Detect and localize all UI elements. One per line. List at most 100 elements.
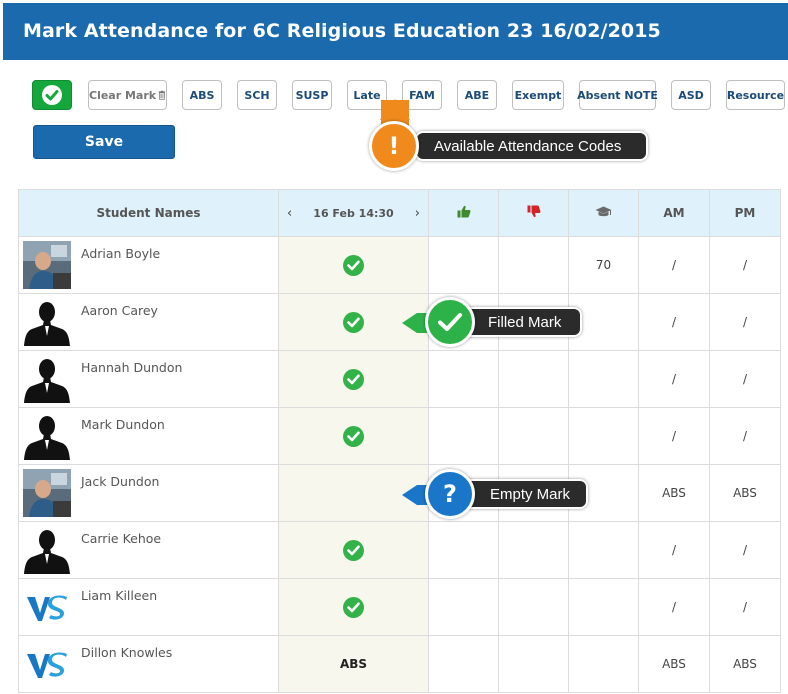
present-mark-icon bbox=[343, 425, 364, 447]
clear-mark-button[interactable]: Clear Mark bbox=[88, 80, 167, 110]
avatar-silhouette-icon bbox=[23, 412, 71, 460]
warning-icon: ! bbox=[369, 121, 419, 171]
am-cell: ABS bbox=[638, 635, 710, 693]
table-row: Adrian Boyle 70// bbox=[18, 236, 781, 294]
positive-cell[interactable] bbox=[428, 578, 499, 636]
code-button-sch[interactable]: SCH bbox=[237, 80, 277, 110]
thumbs-up-icon bbox=[457, 205, 470, 218]
grade-cell: 70 bbox=[568, 236, 639, 294]
code-button-susp[interactable]: SUSP bbox=[292, 80, 332, 110]
check-circle-icon bbox=[425, 297, 475, 347]
grade-cell bbox=[568, 578, 639, 636]
column-header-am: AM bbox=[638, 189, 710, 237]
question-icon: ? bbox=[425, 469, 475, 519]
attendance-mark-cell[interactable] bbox=[278, 350, 429, 408]
grade-cell bbox=[568, 521, 639, 579]
table-row: Carrie Kehoe / / bbox=[18, 521, 781, 579]
vs-logo-icon bbox=[23, 640, 71, 688]
present-mark-icon bbox=[343, 254, 364, 276]
negative-cell[interactable] bbox=[498, 635, 569, 693]
page-title: Mark Attendance for 6C Religious Educati… bbox=[23, 20, 661, 42]
attendance-code-mark: ABS bbox=[339, 657, 368, 671]
am-cell: ABS bbox=[638, 464, 710, 522]
table-row: Dillon Knowles ABS ABS ABS bbox=[18, 635, 781, 693]
check-icon bbox=[42, 85, 62, 105]
negative-cell[interactable] bbox=[498, 578, 569, 636]
student-name: Adrian Boyle bbox=[81, 246, 161, 261]
negative-cell[interactable] bbox=[498, 236, 569, 294]
present-mark-icon bbox=[343, 539, 364, 561]
thumbs-down-icon bbox=[527, 205, 540, 218]
attendance-mark-cell[interactable] bbox=[278, 578, 429, 636]
positive-cell[interactable] bbox=[428, 635, 499, 693]
vs-logo-icon bbox=[23, 583, 71, 631]
callout-attendance-codes-label: Available Attendance Codes bbox=[434, 137, 622, 155]
code-button-exempt[interactable]: Exempt bbox=[512, 80, 564, 110]
attendance-mark-cell[interactable] bbox=[278, 407, 429, 465]
previous-session-button[interactable]: ‹ bbox=[287, 206, 292, 221]
callout-attendance-codes: Available Attendance Codes bbox=[415, 131, 648, 161]
student-name: Hannah Dundon bbox=[81, 360, 183, 375]
attendance-mark-cell[interactable] bbox=[278, 521, 429, 579]
attendance-mark-cell[interactable] bbox=[278, 236, 429, 294]
am-cell: / bbox=[638, 407, 710, 465]
pm-cell: / bbox=[709, 578, 781, 636]
column-header-pm: PM bbox=[709, 189, 781, 237]
student-name-cell: Jack Dundon bbox=[18, 464, 279, 522]
present-mark-icon bbox=[343, 311, 364, 333]
column-header-grade bbox=[568, 189, 639, 237]
code-button-abe[interactable]: ABE bbox=[457, 80, 497, 110]
attendance-mark-cell[interactable]: ABS bbox=[278, 635, 429, 693]
session-date-label: 16 Feb 14:30 bbox=[313, 206, 394, 220]
column-header-positive bbox=[428, 189, 499, 237]
positive-cell[interactable] bbox=[428, 236, 499, 294]
pm-cell: / bbox=[709, 236, 781, 294]
table-row: Mark Dundon / / bbox=[18, 407, 781, 465]
clear-mark-label: Clear Mark bbox=[89, 88, 157, 102]
table-row: Liam Killeen / / bbox=[18, 578, 781, 636]
mark-present-button[interactable] bbox=[32, 80, 72, 110]
page-header: Mark Attendance for 6C Religious Educati… bbox=[3, 3, 788, 60]
positive-cell[interactable] bbox=[428, 407, 499, 465]
grade-cell bbox=[568, 635, 639, 693]
table-row: Aaron Carey / / bbox=[18, 293, 781, 351]
trash-icon bbox=[158, 90, 166, 100]
avatar-silhouette-icon bbox=[23, 355, 71, 403]
callout-filled-mark-label: Filled Mark bbox=[488, 313, 562, 331]
code-button-absent-note[interactable]: Absent NOTE bbox=[577, 80, 658, 110]
negative-cell[interactable] bbox=[498, 521, 569, 579]
table-header-row: Student Names ‹ 16 Feb 14:30 › AM PM bbox=[18, 189, 781, 237]
student-name: Carrie Kehoe bbox=[81, 531, 162, 546]
negative-cell[interactable] bbox=[498, 350, 569, 408]
student-name: Mark Dundon bbox=[81, 417, 165, 432]
avatar-silhouette-icon bbox=[23, 298, 71, 346]
grade-cell bbox=[568, 407, 639, 465]
student-name: Liam Killeen bbox=[81, 588, 158, 603]
next-session-button[interactable]: › bbox=[415, 206, 420, 221]
save-button[interactable]: Save bbox=[33, 125, 175, 159]
positive-cell[interactable] bbox=[428, 521, 499, 579]
code-button-resource[interactable]: Resource bbox=[726, 80, 785, 110]
am-cell: / bbox=[638, 236, 710, 294]
column-header-session: ‹ 16 Feb 14:30 › bbox=[278, 189, 429, 237]
pm-cell: / bbox=[709, 350, 781, 408]
am-cell: / bbox=[638, 521, 710, 579]
avatar-photo bbox=[23, 469, 71, 517]
am-cell: / bbox=[638, 578, 710, 636]
student-name-cell: Carrie Kehoe bbox=[18, 521, 279, 579]
negative-cell[interactable] bbox=[498, 407, 569, 465]
student-name-cell: Hannah Dundon bbox=[18, 350, 279, 408]
pm-cell: / bbox=[709, 521, 781, 579]
code-button-asd[interactable]: ASD bbox=[671, 80, 711, 110]
present-mark-icon bbox=[343, 368, 364, 390]
positive-cell[interactable] bbox=[428, 350, 499, 408]
pm-cell: / bbox=[709, 407, 781, 465]
grade-cell bbox=[568, 350, 639, 408]
student-name-cell: Adrian Boyle bbox=[18, 236, 279, 294]
pm-cell: ABS bbox=[709, 464, 781, 522]
code-button-abs[interactable]: ABS bbox=[182, 80, 222, 110]
column-header-student-names: Student Names bbox=[18, 189, 279, 237]
pm-cell: / bbox=[709, 293, 781, 351]
student-name: Aaron Carey bbox=[81, 303, 158, 318]
avatar-silhouette-icon bbox=[23, 526, 71, 574]
